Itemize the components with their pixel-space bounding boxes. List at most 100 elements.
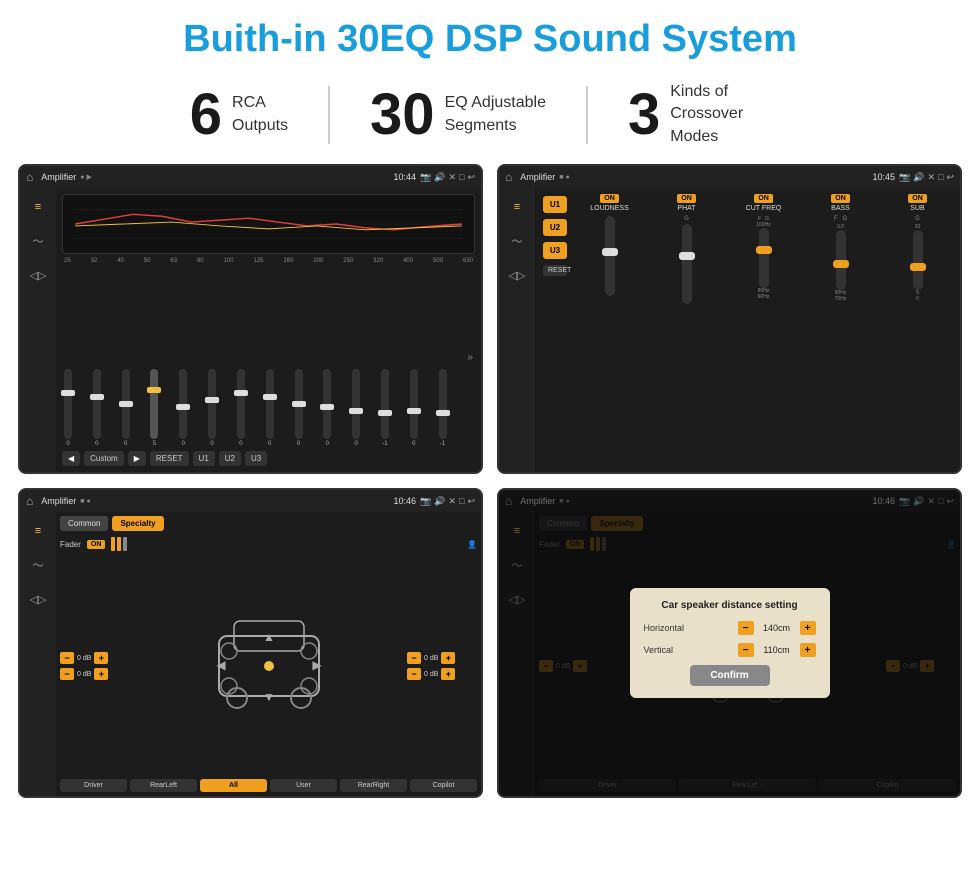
stat-crossover-label: Kinds of Crossover Modes [670, 81, 790, 148]
eq-slider-5[interactable]: 0 [208, 369, 216, 447]
crossover-main: U1 U2 U3 RESET ON LOUDNESS [535, 188, 960, 472]
profile-icon[interactable]: 👤 [467, 540, 477, 549]
sub-on[interactable]: ON [908, 194, 927, 203]
eq-custom-button[interactable]: Custom [84, 451, 124, 466]
vol-minus-2[interactable]: − [407, 652, 421, 664]
screen-eq: ⌂ Amplifier ● ▶ 10:44 📷 🔊 ✕ □ ↩ ≡ 〜 ◁▷ [18, 164, 483, 474]
eq-slider-13[interactable]: -1 [439, 369, 447, 447]
dialog-horizontal-row: Horizontal − 140cm + [644, 621, 816, 635]
camera-icon: 📷 [420, 172, 431, 183]
u-buttons-col: U1 U2 U3 RESET [539, 192, 571, 468]
common-tab[interactable]: Common [60, 516, 108, 531]
eq-slider-3[interactable]: 5 [150, 369, 158, 447]
eq-prev-button[interactable]: ◀ [62, 451, 80, 466]
vol-plus-1[interactable]: + [94, 668, 108, 680]
bass-label: BASS [831, 205, 850, 212]
sidebar-vol-icon[interactable]: ◁▷ [27, 264, 49, 286]
cutfreq-slider[interactable] [759, 228, 769, 288]
fader-on-badge[interactable]: ON [87, 540, 106, 549]
home-icon[interactable]: ⌂ [26, 170, 33, 184]
home3-icon[interactable]: ⌂ [26, 494, 33, 508]
eq-u2-button[interactable]: U2 [219, 451, 241, 466]
eq-slider-7[interactable]: 0 [266, 369, 274, 447]
dialog-horizontal-plus[interactable]: + [800, 621, 816, 635]
u1-btn[interactable]: U1 [543, 196, 567, 213]
rearleft-btn[interactable]: RearLeft [130, 779, 197, 792]
vol-plus-3[interactable]: + [441, 668, 455, 680]
back2-icon[interactable]: ↩ [946, 172, 954, 183]
bass-on[interactable]: ON [831, 194, 850, 203]
loudness-slider[interactable] [605, 216, 615, 296]
fader-bottom-buttons: Driver RearLeft All User RearRight Copil… [60, 779, 477, 792]
dialog-box: Car speaker distance setting Horizontal … [630, 588, 830, 698]
dialog-vertical-plus[interactable]: + [800, 643, 816, 657]
phat-on[interactable]: ON [677, 194, 696, 203]
vol-value-2: 0 dB [424, 655, 438, 662]
cutfreq-on[interactable]: ON [754, 194, 773, 203]
eq-slider-9[interactable]: 0 [323, 369, 331, 447]
screen1-app: Amplifier [41, 172, 76, 182]
all-btn[interactable]: All [200, 779, 267, 792]
dialog-vertical-label: Vertical [644, 645, 704, 655]
vol-plus-2[interactable]: + [441, 652, 455, 664]
eq-graph [62, 194, 475, 254]
stat-eq: 30 EQ Adjustable Segments [330, 86, 588, 144]
eq-slider-8[interactable]: 0 [295, 369, 303, 447]
crossover-controls: ON LOUDNESS ON PHAT G [571, 192, 956, 468]
more-icon[interactable]: » [467, 352, 473, 363]
vol-minus-1[interactable]: − [60, 668, 74, 680]
eq-reset-button[interactable]: RESET [150, 451, 189, 466]
screen2-content: ≡ 〜 ◁▷ U1 U2 U3 RESET ON LOUDNESS [499, 188, 960, 472]
sidebar2-wave-icon[interactable]: 〜 [506, 230, 528, 252]
loudness-on[interactable]: ON [600, 194, 619, 203]
dialog-overlay: Car speaker distance setting Horizontal … [499, 490, 960, 796]
eq-bottom-bar: ◀ Custom ▶ RESET U1 U2 U3 [62, 451, 475, 466]
copilot-btn[interactable]: Copilot [410, 779, 477, 792]
back3-icon[interactable]: ↩ [467, 496, 475, 507]
sub-slider[interactable] [913, 230, 923, 290]
home2-icon[interactable]: ⌂ [505, 170, 512, 184]
u2-btn[interactable]: U2 [543, 219, 567, 236]
eq-slider-0[interactable]: 0 [64, 369, 72, 447]
sidebar3-wave-icon[interactable]: 〜 [27, 554, 49, 576]
sidebar2-vol-icon[interactable]: ◁▷ [506, 264, 528, 286]
eq-slider-10[interactable]: 0 [352, 369, 360, 447]
crossover-reset-btn[interactable]: RESET [543, 265, 567, 276]
u3-btn[interactable]: U3 [543, 242, 567, 259]
screen-fader: ⌂ Amplifier ■ ● 10:46 📷 🔊 ✕ □ ↩ ≡ 〜 ◁▷ C… [18, 488, 483, 798]
dialog-vertical-row: Vertical − 110cm + [644, 643, 816, 657]
screen2-time: 10:45 [873, 172, 896, 182]
driver-btn[interactable]: Driver [60, 779, 127, 792]
user-btn[interactable]: User [270, 779, 337, 792]
eq-u3-button[interactable]: U3 [245, 451, 267, 466]
specialty-tab[interactable]: Specialty [112, 516, 163, 531]
dialog-horizontal-minus[interactable]: − [738, 621, 754, 635]
sidebar-eq-icon[interactable]: ≡ [27, 196, 49, 218]
eq-slider-6[interactable]: 0 [237, 369, 245, 447]
rearright-btn[interactable]: RearRight [340, 779, 407, 792]
dialog-horizontal-value-row: − 140cm + [738, 621, 816, 635]
dialog-vertical-minus[interactable]: − [738, 643, 754, 657]
eq-slider-4[interactable]: 0 [179, 369, 187, 447]
eq-slider-12[interactable]: 0 [410, 369, 418, 447]
vol-plus-0[interactable]: + [94, 652, 108, 664]
stat-rca-number: 6 [190, 86, 222, 144]
eq-play-button[interactable]: ▶ [128, 451, 146, 466]
eq-slider-11[interactable]: -1 [381, 369, 389, 447]
back-icon[interactable]: ↩ [467, 172, 475, 183]
sidebar-wave-icon[interactable]: 〜 [27, 230, 49, 252]
dialog-confirm-button[interactable]: Confirm [690, 665, 770, 686]
screen3-status-icons: 📷 🔊 ✕ □ ↩ [420, 496, 475, 507]
eq-slider-2[interactable]: 0 [122, 369, 130, 447]
phat-slider[interactable] [682, 224, 692, 304]
vol-minus-0[interactable]: − [60, 652, 74, 664]
fader-main: Common Specialty Fader ON 👤 [56, 512, 481, 796]
eq-u1-button[interactable]: U1 [193, 451, 215, 466]
vol-minus-3[interactable]: − [407, 668, 421, 680]
sidebar3-vol-icon[interactable]: ◁▷ [27, 588, 49, 610]
close-icon: ✕ [448, 172, 456, 183]
sidebar2-eq-icon[interactable]: ≡ [506, 196, 528, 218]
sidebar3-eq-icon[interactable]: ≡ [27, 520, 49, 542]
bass-slider[interactable] [836, 230, 846, 290]
eq-slider-1[interactable]: 0 [93, 369, 101, 447]
